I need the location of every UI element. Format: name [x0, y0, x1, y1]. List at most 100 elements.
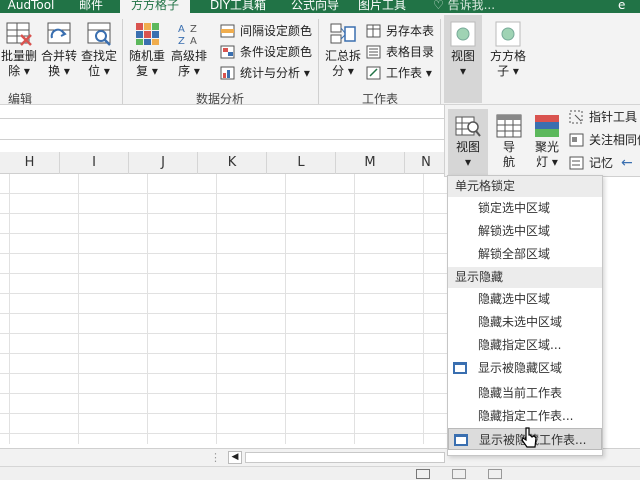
normal-view-icon[interactable]: [416, 469, 430, 479]
stats-analysis-label: 统计与分析 ▾: [240, 66, 310, 80]
advanced-sort-button[interactable]: AZZA 高级排 序 ▾: [169, 21, 209, 79]
tab-fangfanggezi[interactable]: 方方格子: [120, 0, 190, 13]
grid-color-icon: [220, 24, 235, 38]
group-separator: [122, 19, 123, 104]
condition-color-icon: [220, 45, 235, 59]
splitter-dots-icon[interactable]: ⋮: [210, 451, 221, 464]
spotlight-icon: [533, 113, 561, 139]
svg-text:A: A: [190, 36, 197, 47]
merge-convert-label1: 合并转: [40, 49, 77, 63]
memory-label: 记忆: [589, 156, 614, 170]
menu-hide-specified-area[interactable]: 隐藏指定区域...: [448, 334, 602, 356]
save-sheet-as-button[interactable]: 另存本表: [366, 21, 434, 41]
scroll-left-icon[interactable]: ◀: [228, 451, 242, 464]
formula-bar[interactable]: [0, 118, 448, 140]
watch-icon: [569, 133, 584, 147]
random-repeat-button[interactable]: 随机重 复 ▾: [127, 21, 167, 79]
spotlight-button[interactable]: 聚光 灯 ▾: [529, 113, 565, 170]
menu-hide-selected[interactable]: 隐藏选中区域: [448, 288, 602, 310]
worksheet-icon: [366, 66, 381, 80]
fangfanggezi-label2: 子 ▾: [497, 64, 519, 78]
fangfanggezi-icon: [494, 21, 522, 47]
tab-diy-toolbox[interactable]: DIY工具箱: [194, 0, 282, 13]
find-locate-label2: 位 ▾: [88, 64, 110, 78]
column-header-i[interactable]: I: [60, 152, 129, 174]
menu-show-hidden-area[interactable]: 显示被隐藏区域: [448, 357, 602, 379]
menu-hide-unselected[interactable]: 隐藏未选中区域: [448, 311, 602, 333]
window-icon: [454, 434, 468, 446]
watch-same-value-button[interactable]: 关注相同值: [569, 130, 640, 150]
navigation-label2: 航: [502, 155, 515, 169]
back-arrow-icon[interactable]: ←: [621, 153, 633, 173]
view-circle-icon: [449, 21, 477, 47]
navigation-label1: 导: [502, 140, 515, 154]
find-locate-label1: 查找定: [80, 49, 117, 63]
menu-header-show-hide: 显示隐藏: [448, 267, 602, 288]
memory-button[interactable]: 记忆: [569, 153, 613, 173]
tab-formula-wizard[interactable]: 公式向导: [286, 0, 344, 13]
column-header-m[interactable]: M: [336, 152, 405, 174]
column-header-h[interactable]: H: [0, 152, 60, 174]
panel-view-label2: ▾: [464, 155, 472, 169]
menu-unlock-selected[interactable]: 解锁选中区域: [448, 220, 602, 242]
tab-mail[interactable]: 邮件: [66, 0, 116, 13]
directory-icon: [366, 45, 381, 59]
pointer-tool-button[interactable]: 指针工具: [569, 107, 637, 127]
view-popup-panel: 视图 ▾ 导 航 聚光 灯 ▾ 指针工具 关注相同值 记忆 ←: [444, 105, 640, 177]
conditional-color-button[interactable]: 条件设定颜色: [220, 42, 312, 62]
column-header-k[interactable]: K: [198, 152, 267, 174]
column-header-j[interactable]: J: [129, 152, 198, 174]
pointer-icon: [569, 110, 584, 124]
page-break-icon[interactable]: [488, 469, 502, 479]
summary-split-label2: 分 ▾: [332, 64, 354, 78]
menu-lock-selected[interactable]: 锁定选中区域: [448, 197, 602, 219]
scroll-thumb[interactable]: [245, 452, 445, 463]
batch-delete-label2: 除 ▾: [8, 64, 30, 78]
summary-split-button[interactable]: 汇总拆 分 ▾: [324, 21, 362, 79]
table-directory-button[interactable]: 表格目录: [366, 42, 434, 62]
fangfanggezi-button[interactable]: 方方格 子 ▾: [486, 21, 530, 79]
menu-hide-current-sheet[interactable]: 隐藏当前工作表: [448, 382, 602, 404]
pointer-tool-label: 指针工具: [589, 110, 638, 124]
batch-delete-button[interactable]: 批量删 除 ▾: [0, 21, 38, 79]
menu-header-cell-lock: 单元格锁定: [448, 176, 602, 197]
panel-view-button[interactable]: 视图 ▾: [448, 109, 488, 175]
menu-unlock-all[interactable]: 解锁全部区域: [448, 243, 602, 265]
navigation-table-icon: [495, 113, 523, 139]
tab-audtool[interactable]: AudTool: [0, 0, 62, 13]
window-icon: [453, 362, 467, 374]
view-label1: 视图: [450, 49, 475, 63]
lightbulb-icon: ♡: [433, 0, 448, 12]
advanced-sort-label1: 高级排: [170, 49, 207, 63]
memory-icon: [569, 156, 584, 170]
view-grid-search-icon: [454, 113, 482, 139]
tab-overflow[interactable]: е: [618, 0, 625, 13]
search-table-icon: [85, 21, 113, 47]
color-blocks-icon: [133, 21, 161, 47]
column-header-n[interactable]: N: [405, 152, 448, 174]
navigation-button[interactable]: 导 航: [491, 113, 527, 170]
tab-picture-tools[interactable]: 图片工具: [350, 0, 414, 13]
fangfanggezi-label1: 方方格: [489, 49, 526, 63]
interval-color-button[interactable]: 间隔设定颜色: [220, 21, 312, 41]
merge-convert-button[interactable]: 合并转 换 ▾: [40, 21, 78, 79]
random-repeat-label1: 随机重: [128, 49, 165, 63]
summary-split-label1: 汇总拆: [324, 49, 361, 63]
menu-hide-specified-sheet[interactable]: 隐藏指定工作表...: [448, 405, 602, 427]
column-header-l[interactable]: L: [267, 152, 336, 174]
merge-convert-icon: [45, 21, 73, 47]
save-sheet-icon: [366, 24, 381, 38]
stats-icon: [220, 66, 235, 80]
stats-analysis-button[interactable]: 统计与分析 ▾: [220, 63, 310, 83]
group-label-data-analysis: 数据分析: [196, 92, 245, 106]
page-layout-icon[interactable]: [452, 469, 466, 479]
svg-text:Z: Z: [178, 36, 185, 47]
worksheet-menu-button[interactable]: 工作表 ▾: [366, 63, 432, 83]
tell-me-search[interactable]: ♡ 告诉我...: [433, 0, 495, 13]
find-locate-button[interactable]: 查找定 位 ▾: [80, 21, 118, 79]
cell-grid[interactable]: [0, 174, 448, 444]
spotlight-label2: 灯 ▾: [536, 155, 558, 169]
table-delete-icon: [5, 21, 33, 47]
watch-same-value-label: 关注相同值: [589, 133, 640, 147]
view-button[interactable]: 视图 ▾: [444, 15, 482, 103]
